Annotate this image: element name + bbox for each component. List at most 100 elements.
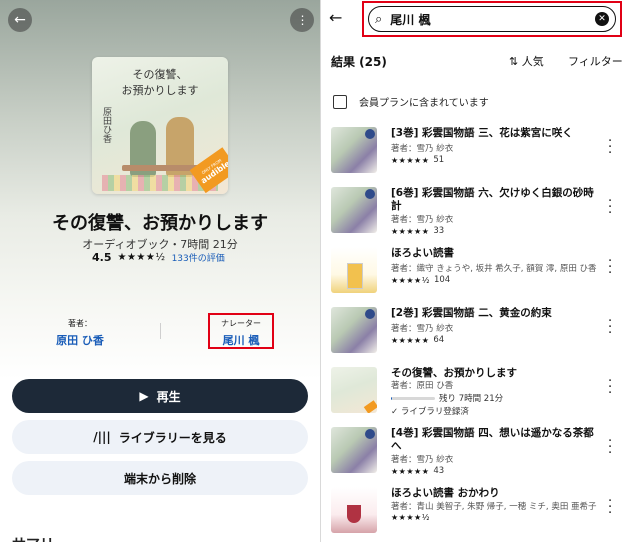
cover-title-line1: その復讐、 — [132, 68, 188, 81]
more-options-icon[interactable]: · · · — [608, 255, 612, 280]
cover-title: その復讐、 お預かりします — [110, 67, 210, 99]
result-author: 著者：原田 ひ香 — [391, 381, 454, 391]
result-rating: ★★★★½ — [391, 513, 434, 522]
narrator-label: ナレーター — [221, 319, 261, 328]
member-plan-checkbox[interactable] — [333, 94, 347, 109]
progress-bar — [391, 396, 435, 400]
result-rating: ★★★★★ 43 — [391, 466, 444, 476]
more-options-icon[interactable]: · · · — [608, 435, 612, 460]
more-options-icon[interactable]: · · · — [608, 195, 612, 220]
cover-author: 原田ひ香 — [101, 107, 111, 143]
search-input[interactable] — [390, 12, 587, 26]
play-button[interactable]: ▶ 再生 — [12, 379, 308, 413]
book-thumbnail — [331, 487, 377, 533]
star-rating-icon: ★★★★★ — [391, 335, 430, 345]
play-button-label: 再生 — [156, 389, 181, 404]
star-rating-icon: ★★★★★ — [391, 466, 430, 476]
author-link[interactable]: 原田 ひ香 — [50, 332, 110, 348]
more-options-button[interactable]: ⋮ — [290, 8, 314, 32]
arrow-left-icon: ← — [329, 8, 343, 27]
result-author: 著者：雪乃 紗衣 — [391, 144, 454, 154]
result-title: [6巻] 彩雲国物語 六、欠けゆく白銀の砂時計 — [391, 187, 594, 212]
progress-label: 残り 7時間 21分 — [439, 394, 504, 404]
book-thumbnail — [331, 367, 377, 413]
more-vertical-icon: ⋮ — [296, 13, 309, 27]
library-status: ✓ ライブラリ登録済 — [391, 405, 469, 417]
star-rating-icon: ★★★★★ — [391, 155, 430, 165]
search-results-panel: ← ⌕ ✕ 結果 (25) ⇅ 人気 フィルター 会員プランに含まれています [… — [321, 0, 640, 542]
sort-icon: ⇅ — [509, 55, 519, 68]
result-rating: ★★★★★ 64 — [391, 335, 444, 345]
sort-label: 人気 — [521, 55, 544, 68]
star-rating-icon: ★★★★½ — [391, 275, 430, 285]
result-title: ほろよい読書 — [391, 247, 454, 259]
result-title: [3巻] 彩雲国物語 三、花は紫宮に咲く — [391, 127, 573, 139]
listening-progress: 残り 7時間 21分 — [391, 392, 503, 404]
result-title: ほろよい読書 おかわり — [391, 487, 500, 499]
rating-row: 4.5 ★★★★½ 133件の評価 — [92, 250, 225, 264]
rating-count: 43 — [433, 466, 445, 476]
summary-heading: サマリー — [12, 534, 68, 542]
remove-label: 端末から削除 — [123, 471, 196, 486]
more-options-icon[interactable]: · · · — [608, 375, 612, 400]
member-plan-label: 会員プランに含まれています — [359, 98, 489, 109]
search-highlight: ⌕ ✕ — [362, 1, 622, 37]
view-library-button[interactable]: /||| ライブラリーを見る — [12, 420, 308, 454]
library-status-label: ライブラリ登録済 — [400, 407, 469, 417]
search-bar[interactable]: ⌕ ✕ — [368, 6, 616, 32]
book-thumbnail — [331, 247, 377, 293]
rating-count: 64 — [433, 335, 445, 345]
result-item[interactable]: [4巻] 彩雲国物語 四、想いは遥かなる茶都へ 著者：雪乃 紗衣 ★★★★★ 4… — [321, 423, 640, 483]
remove-from-device-button[interactable]: 端末から削除 — [12, 461, 308, 495]
star-rating-icon: ★★★★½ — [391, 513, 430, 522]
star-rating-icon: ★★★★★ — [391, 226, 430, 236]
result-item[interactable]: ほろよい読書 おかわり 著者：青山 美智子, 朱野 帰子, 一穂 ミチ, 奥田 … — [321, 483, 640, 542]
cover-title-line2: お預かりします — [121, 84, 199, 97]
play-icon: ▶ — [139, 389, 149, 403]
results-count: 結果 (25) — [331, 55, 387, 69]
result-rating: ★★★★★ 33 — [391, 226, 444, 236]
library-icon: /||| — [93, 430, 111, 444]
result-item[interactable]: その復讐、お預かりします 著者：原田 ひ香 残り 7時間 21分 ✓ ライブラリ… — [321, 363, 640, 423]
book-thumbnail — [331, 307, 377, 353]
view-library-label: ライブラリーを見る — [118, 430, 227, 445]
sort-button[interactable]: ⇅ 人気 — [509, 53, 544, 69]
result-rating: ★★★★½ 104 — [391, 275, 450, 285]
rating-count: 51 — [433, 155, 445, 165]
rating-value: 4.5 — [92, 250, 112, 264]
rating-count: 104 — [433, 275, 451, 285]
filter-button[interactable]: フィルター — [568, 53, 623, 69]
author-label: 著者： — [68, 319, 92, 328]
clear-icon[interactable]: ✕ — [595, 12, 609, 26]
narrator-link[interactable]: 尾川 楓 — [210, 332, 272, 348]
more-options-icon[interactable]: · · · — [608, 495, 612, 520]
rating-count: 33 — [433, 226, 445, 236]
ratings-count-link[interactable]: 133件の評価 — [172, 251, 225, 264]
result-author: 著者：雪乃 紗衣 — [391, 215, 454, 225]
result-title: [2巻] 彩雲国物語 二、黄金の約束 — [391, 307, 552, 319]
star-rating-icon: ★★★★½ — [117, 251, 166, 263]
result-list: [3巻] 彩雲国物語 三、花は紫宮に咲く 著者：雪乃 紗衣 ★★★★★ 51 ·… — [321, 123, 640, 542]
book-thumbnail — [331, 187, 377, 233]
book-detail-panel: ← ⋮ その復讐、 お預かりします 原田ひ香 ONLY FROM audible… — [0, 0, 320, 542]
progress-fill — [391, 396, 393, 400]
result-author: 著者：青山 美智子, 朱野 帰子, 一穂 ミチ, 奥田 亜希子 — [391, 502, 597, 512]
back-button[interactable]: ← — [329, 8, 342, 27]
result-item[interactable]: [2巻] 彩雲国物語 二、黄金の約束 著者：雪乃 紗衣 ★★★★★ 64 · · · — [321, 303, 640, 363]
result-title: [4巻] 彩雲国物語 四、想いは遥かなる茶都へ — [391, 427, 594, 452]
member-plan-filter[interactable]: 会員プランに含まれています — [333, 94, 489, 109]
result-item[interactable]: [6巻] 彩雲国物語 六、欠けゆく白銀の砂時計 著者：雪乃 紗衣 ★★★★★ 3… — [321, 183, 640, 243]
arrow-left-icon: ← — [14, 12, 26, 28]
result-item[interactable]: ほろよい読書 著者：織守 きょうや, 坂井 希久子, 額賀 澪, 原田 ひ香 ★… — [321, 243, 640, 303]
back-button[interactable]: ← — [8, 8, 32, 32]
result-item[interactable]: [3巻] 彩雲国物語 三、花は紫宮に咲く 著者：雪乃 紗衣 ★★★★★ 51 ·… — [321, 123, 640, 183]
check-icon: ✓ — [391, 407, 399, 417]
more-options-icon[interactable]: · · · — [608, 135, 612, 160]
more-options-icon[interactable]: · · · — [608, 315, 612, 340]
book-thumbnail — [331, 427, 377, 473]
app-root: ← ⋮ その復讐、 お預かりします 原田ひ香 ONLY FROM audible… — [0, 0, 640, 542]
search-icon: ⌕ — [375, 11, 383, 27]
result-author: 著者：雪乃 紗衣 — [391, 455, 454, 465]
book-title: その復讐、お預かりします — [52, 213, 268, 234]
credit-divider — [160, 323, 161, 339]
